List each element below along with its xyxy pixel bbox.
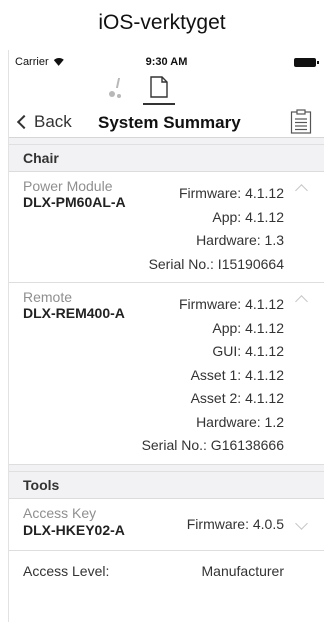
device-name: Power Module (23, 178, 113, 194)
back-label: Back (34, 112, 72, 131)
asset2-value: Asset 2: 4.1.12 (190, 390, 284, 406)
asset1-value: Asset 1: 4.1.12 (190, 366, 284, 383)
access-level-row: Access Level: Manufacturer (9, 551, 324, 591)
wheelchair-icon[interactable] (108, 78, 124, 100)
device-model: DLX-REM400-A (23, 305, 125, 321)
hardware-value: Hardware: 1.3 (196, 232, 284, 248)
phone-screen: Carrier 9:30 AM Back System Summary Chai… (8, 50, 324, 622)
page-title: System Summary (98, 113, 241, 132)
chevron-down-icon[interactable] (295, 516, 308, 530)
back-button[interactable]: Back (15, 112, 72, 132)
hardware-value: Hardware: 1.2 (196, 413, 284, 430)
chevron-left-icon (16, 114, 32, 130)
firmware-value: Firmware: 4.0.5 (186, 515, 284, 532)
device-access-key[interactable]: Access Key DLX-HKEY02-A Firmware: 4.0.5 (9, 499, 324, 551)
device-name: Remote (23, 289, 73, 305)
caption: iOS-verktyget (98, 11, 226, 34)
section-header-chair: Chair (9, 145, 324, 172)
clipboard-icon[interactable] (290, 109, 312, 134)
section-header-tools: Tools (9, 471, 324, 499)
section-spacer (9, 138, 324, 145)
document-icon[interactable] (150, 76, 168, 98)
access-level-value: Manufacturer (201, 562, 284, 579)
gui-value: GUI: 4.1.12 (212, 343, 284, 359)
tab-icons (9, 72, 324, 108)
status-bar: Carrier 9:30 AM (9, 50, 324, 72)
device-power-module[interactable]: Power Module DLX-PM60AL-A Firmware: 4.1.… (9, 172, 324, 283)
navigation-bar: Back System Summary (9, 108, 324, 138)
device-model: DLX-PM60AL-A (23, 194, 126, 210)
access-level-label: Access Level: (23, 562, 110, 579)
status-time: 9:30 AM (145, 56, 188, 68)
device-model: DLX-HKEY02-A (23, 521, 125, 538)
active-tab-indicator (143, 103, 175, 105)
device-remote[interactable]: Remote DLX-REM400-A Firmware: 4.1.12 App… (9, 283, 324, 465)
serial-value: Serial No.: I15190664 (148, 255, 284, 272)
section-spacer (9, 464, 324, 472)
serial-value: Serial No.: G16138666 (141, 437, 284, 453)
device-name: Access Key (23, 504, 97, 521)
battery-icon (294, 58, 319, 67)
